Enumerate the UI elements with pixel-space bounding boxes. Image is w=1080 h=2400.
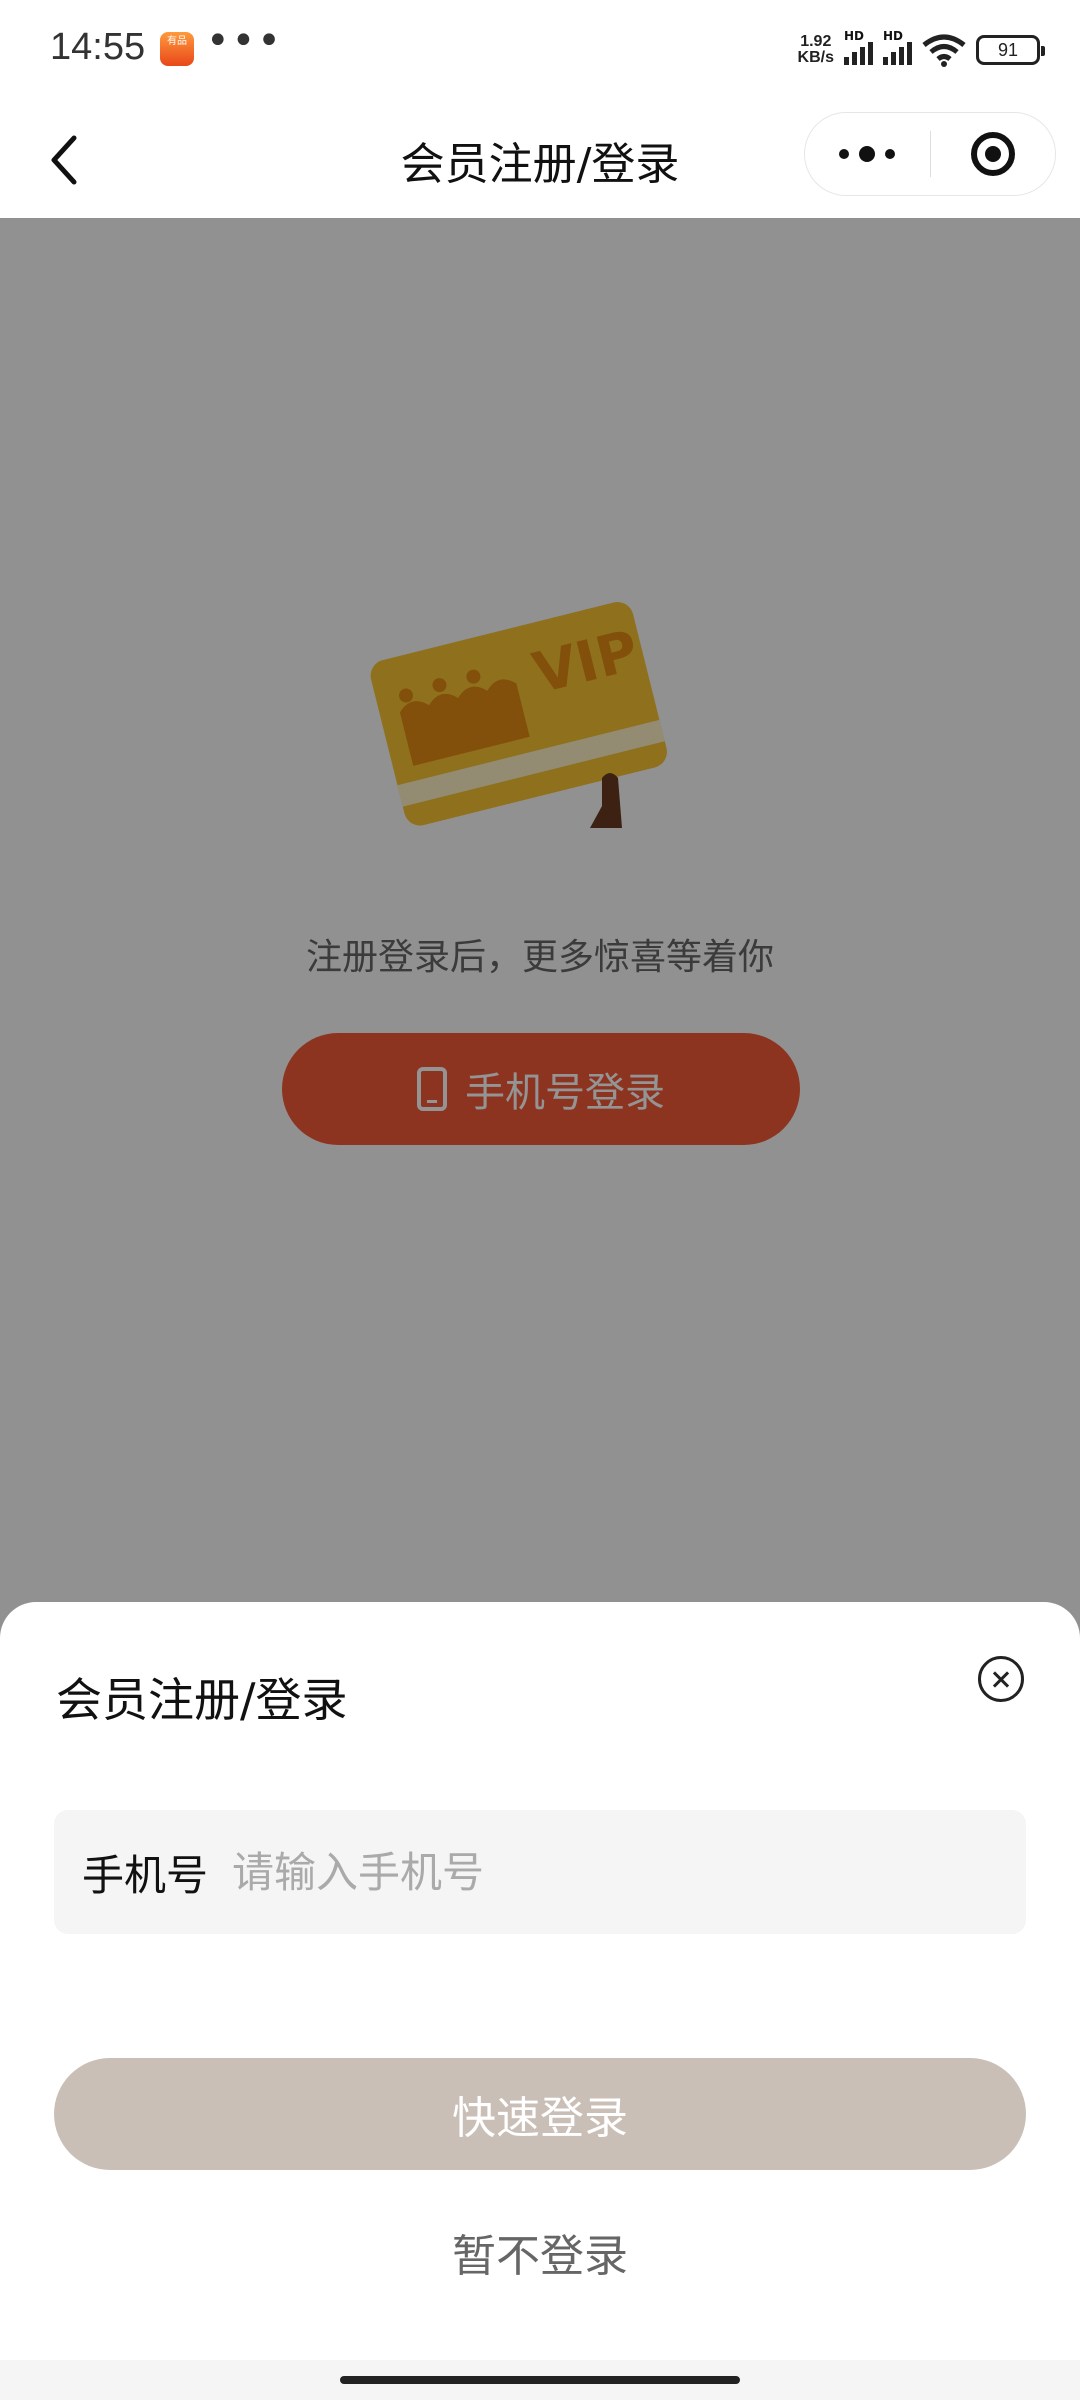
phone-label: 手机号 <box>82 1850 209 1900</box>
phone-field-row: 手机号 <box>54 1810 1026 1934</box>
network-speed-value: 1.92 <box>800 33 832 50</box>
close-icon[interactable] <box>978 1656 1024 1702</box>
close-miniprogram-button[interactable] <box>931 112 1056 196</box>
dot-icon <box>859 146 876 162</box>
cellular-signal-icon: HD <box>844 29 873 65</box>
wifi-icon <box>922 34 966 67</box>
gesture-bar-area <box>0 2360 1080 2400</box>
phone-input[interactable] <box>232 1847 932 1897</box>
cellular-signal-icon: HD <box>883 29 912 65</box>
dot-icon <box>839 149 850 159</box>
status-bar: 14:55 有品 ••• 1.92 KB/s HD HD 91 <box>0 0 1080 100</box>
sheet-title: 会员注册/登录 <box>56 1673 348 1727</box>
target-icon <box>970 132 1015 176</box>
network-speed-unit: KB/s <box>797 49 834 66</box>
status-time: 14:55 <box>50 26 146 68</box>
quick-login-button[interactable]: 快速登录 <box>54 2058 1026 2170</box>
more-notifications-icon: ••• <box>206 18 283 64</box>
network-speed: 1.92 KB/s <box>798 34 834 66</box>
hd-label: HD <box>883 29 904 43</box>
miniprogram-capsule <box>804 112 1056 196</box>
modal-overlay[interactable] <box>0 218 1080 1718</box>
app-notification-icon: 有品 <box>160 32 194 66</box>
hd-label: HD <box>844 29 865 43</box>
dot-icon <box>885 149 896 159</box>
nav-bar: 会员注册/登录 <box>0 100 1080 218</box>
login-sheet: 会员注册/登录 手机号 快速登录 暂不登录 <box>0 1602 1080 2360</box>
battery-icon: 91 <box>976 35 1045 65</box>
status-indicators: 1.92 KB/s HD HD 91 <box>798 29 1045 70</box>
more-options-button[interactable] <box>805 112 930 196</box>
home-indicator[interactable] <box>340 2376 740 2384</box>
skip-login-link[interactable]: 暂不登录 <box>0 2220 1080 2284</box>
